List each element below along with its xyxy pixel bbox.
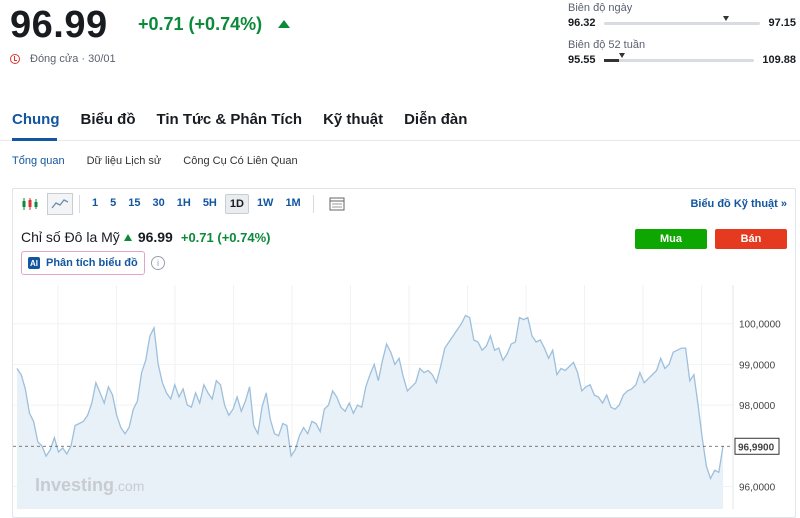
market-status: Đóng cửa · 30/01 — [10, 53, 116, 65]
y-tick-label: 99,0000 — [739, 360, 776, 371]
chart-widget: 1 5 15 30 1H 5H 1D 1W 1M Biểu đồ Kỹ thuật » Chỉ … — [12, 188, 796, 518]
tab-bieu-do[interactable]: Biểu đồ — [80, 111, 135, 128]
candlestick-icon[interactable] — [17, 193, 43, 215]
ai-icon: AI — [28, 257, 40, 269]
timeframe-1d[interactable]: 1D — [224, 194, 249, 214]
subtab-historical-data[interactable]: Dữ liệu Lịch sử — [87, 155, 162, 167]
tab-tin-tuc[interactable]: Tin Tức & Phân Tích — [156, 111, 302, 128]
range-52w-label: Biên độ 52 tuần — [568, 39, 646, 51]
day-range-high: 97.15 — [768, 17, 796, 29]
price-chart[interactable]: 96,9900 100,0000 99,0000 98,0000 96,0000 Inve… — [13, 285, 795, 509]
settings-table-icon[interactable] — [324, 193, 350, 215]
timeframe-list: 1 5 15 30 1H 5H 1D 1W 1M — [86, 194, 307, 214]
y-tick-label: 100,0000 — [739, 320, 781, 331]
range-52w-fill — [603, 58, 619, 62]
active-tab-indicator — [12, 138, 57, 141]
investing-watermark: Investing.com — [35, 475, 144, 495]
y-tick-label: 96,0000 — [739, 483, 776, 494]
day-range-low: 96.32 — [568, 17, 596, 29]
tab-dien-dan[interactable]: Diễn đàn — [404, 111, 467, 128]
toolbar-separator — [312, 195, 314, 213]
day-range-label: Biên độ ngày — [568, 2, 633, 14]
chart-toolbar: 1 5 15 30 1H 5H 1D 1W 1M Biểu đồ Kỹ thuật » — [13, 189, 795, 219]
subtab-related-instruments[interactable]: Công Cụ Có Liên Quan — [183, 155, 297, 167]
technical-chart-link[interactable]: Biểu đồ Kỹ thuật » — [690, 198, 787, 210]
range-52w-bar — [603, 52, 755, 62]
day-range-bar — [603, 15, 761, 25]
chart-price: 96.99 — [137, 229, 173, 245]
range-52w-high: 109.88 — [762, 54, 796, 66]
day-range-marker — [722, 15, 729, 21]
tab-chung[interactable]: Chung — [12, 111, 59, 128]
day-range: Biên độ ngày 96.32 97.15 — [568, 2, 796, 29]
instrument-name: Chỉ số Đô la Mỹ — [21, 229, 120, 245]
main-tabs: Chung Biểu đồ Tin Tức & Phân Tích Kỹ thu… — [12, 111, 467, 128]
timeframe-1h[interactable]: 1H — [173, 194, 195, 214]
buy-button[interactable]: Mua — [635, 229, 707, 249]
up-arrow-icon — [123, 233, 132, 241]
area-chart-icon[interactable] — [47, 193, 73, 215]
timeframe-1m[interactable]: 1M — [281, 194, 304, 214]
tabs-divider — [0, 140, 800, 141]
tab-ky-thuat[interactable]: Kỹ thuật — [323, 111, 383, 128]
clock-icon — [10, 54, 20, 64]
up-arrow-icon — [278, 20, 290, 28]
market-status-text: Đóng cửa · 30/01 — [30, 53, 116, 65]
timeframe-1[interactable]: 1 — [88, 194, 102, 214]
sub-tabs: Tổng quan Dữ liệu Lịch sử Công Cụ Có Liê… — [12, 155, 298, 167]
range-52w-marker — [618, 52, 625, 58]
ai-chart-analysis-label: Phân tích biểu đồ — [46, 257, 138, 269]
info-icon[interactable]: i — [151, 256, 165, 270]
chart-title: Chỉ số Đô la Mỹ 96.99 +0.71 (+0.74%) — [21, 229, 270, 245]
toolbar-separator — [79, 195, 80, 213]
range-52w-low: 95.55 — [568, 54, 596, 66]
chart-change: +0.71 (+0.74%) — [180, 229, 271, 245]
subtab-overview[interactable]: Tổng quan — [12, 155, 65, 167]
last-price: 96.99 — [10, 4, 108, 46]
price-change: +0.71 (+0.74%) — [138, 14, 263, 34]
timeframe-1w[interactable]: 1W — [253, 194, 278, 214]
current-price-label: 96,9900 — [738, 442, 775, 453]
investing-watermark-suffix: .com — [114, 478, 144, 494]
timeframe-5[interactable]: 5 — [106, 194, 120, 214]
sell-button[interactable]: Bán — [715, 229, 787, 249]
ai-chart-analysis-button[interactable]: AI Phân tích biểu đồ — [21, 251, 145, 275]
timeframe-15[interactable]: 15 — [124, 194, 144, 214]
y-tick-label: 98,0000 — [739, 401, 776, 412]
timeframe-30[interactable]: 30 — [149, 194, 169, 214]
timeframe-5h[interactable]: 5H — [199, 194, 221, 214]
range-52w: Biên độ 52 tuần 95.55 109.88 — [568, 39, 796, 66]
